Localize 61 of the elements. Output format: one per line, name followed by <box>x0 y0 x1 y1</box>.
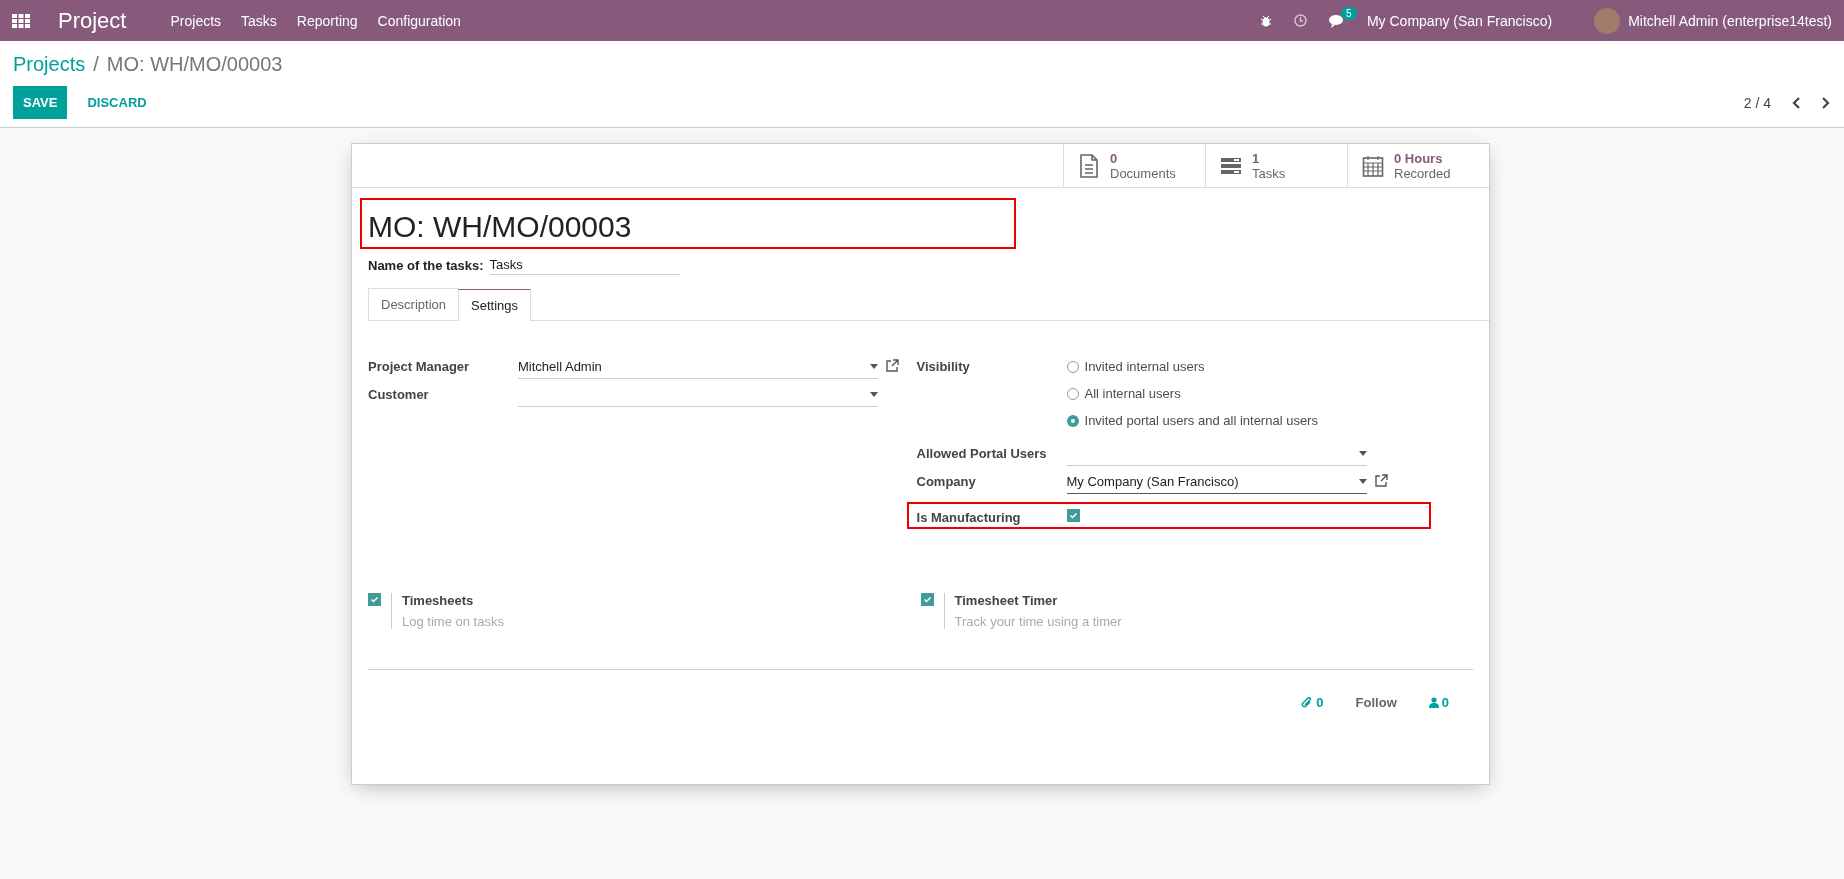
clock-icon[interactable] <box>1293 14 1307 27</box>
tab[interactable]: Settings <box>458 289 531 321</box>
caret-icon[interactable] <box>870 392 878 397</box>
menu-item[interactable]: Tasks <box>241 12 277 29</box>
radio-button[interactable] <box>1066 414 1079 427</box>
checkbox[interactable] <box>1066 509 1080 522</box>
setting-description: Log time on tasks <box>402 614 504 629</box>
document-icon <box>1078 153 1100 178</box>
menu-item[interactable]: Projects <box>170 12 222 29</box>
caret-icon[interactable] <box>1358 451 1367 456</box>
caret-icon[interactable] <box>870 364 878 369</box>
radio-button[interactable] <box>1066 387 1079 400</box>
followers-button[interactable]: 0 <box>1422 694 1455 711</box>
radio-button[interactable] <box>1066 360 1079 373</box>
previous-icon[interactable] <box>1791 96 1801 109</box>
breadcrumb-separator: / <box>93 53 99 76</box>
attachments-button[interactable]: 0 <box>1295 694 1330 711</box>
caret-icon[interactable] <box>1358 479 1367 484</box>
chat-icon[interactable] <box>1328 13 1345 28</box>
breadcrumb-link[interactable]: Projects <box>13 53 86 76</box>
message-count-badge: 5 <box>1340 6 1357 20</box>
field-label: Visibility <box>916 358 971 374</box>
next-icon[interactable] <box>1821 96 1831 109</box>
stat-button[interactable]: 0 Hours Recorded <box>1347 144 1489 187</box>
external-link-icon[interactable] <box>886 359 899 372</box>
person-icon <box>1428 697 1439 708</box>
input-field[interactable]: Tasks <box>489 255 680 275</box>
tab[interactable]: Description <box>368 288 460 320</box>
save-button[interactable]: SAVE <box>13 86 68 119</box>
radio-label: Invited internal users <box>1084 359 1205 374</box>
follow-button[interactable]: Follow <box>1349 694 1403 711</box>
app-title: Project <box>58 7 127 34</box>
menu-item[interactable]: Configuration <box>377 12 461 29</box>
discard-button[interactable]: DISCARD <box>81 94 153 111</box>
field-label: Project Manager <box>368 358 471 374</box>
menu-item[interactable]: Reporting <box>296 12 358 29</box>
paperclip-icon <box>1301 696 1314 709</box>
stat-button[interactable]: 0 Documents <box>1063 144 1205 187</box>
stat-button[interactable]: 1 Tasks <box>1205 144 1347 187</box>
dropdown-field[interactable]: Mitchell Admin <box>518 355 878 379</box>
apps-grid-icon[interactable] <box>12 13 30 28</box>
field-label: Company <box>916 473 977 489</box>
setting-description: Track your time using a timer <box>954 614 1122 629</box>
setting-title: Timesheet Timer <box>954 593 1059 608</box>
checkbox[interactable] <box>920 593 934 606</box>
pager-counter: 2 / 4 <box>1743 94 1771 111</box>
setting-title: Timesheets <box>402 593 475 608</box>
bug-icon[interactable] <box>1259 14 1272 27</box>
field-label: Allowed Portal Users <box>916 445 1048 461</box>
radio-label: Invited portal users and all internal users <box>1084 413 1318 428</box>
field-label: Name of the tasks: <box>368 257 484 273</box>
external-link-icon[interactable] <box>1374 474 1388 487</box>
field-label: Customer <box>368 386 430 402</box>
breadcrumb-current: MO: WH/MO/00003 <box>106 53 283 76</box>
company-switcher[interactable]: My Company (San Francisco) <box>1366 12 1553 29</box>
dropdown-field[interactable]: My Company (San Francisco) <box>1066 470 1367 494</box>
checkbox[interactable] <box>368 593 381 606</box>
radio-label: All internal users <box>1084 386 1181 401</box>
field-label: Is Manufacturing <box>916 509 1022 525</box>
user-name[interactable]: Mitchell Admin (enterprise14test) <box>1628 12 1832 29</box>
calendar-icon <box>1362 153 1384 178</box>
